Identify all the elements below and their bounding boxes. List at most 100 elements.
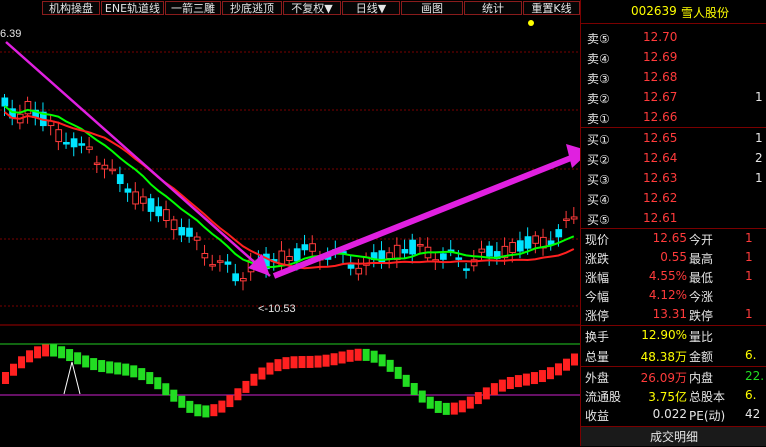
candle-down xyxy=(224,261,232,265)
quote-label: 涨跌 xyxy=(585,252,610,266)
toolbar-btn-adjust[interactable]: 不复权▼ xyxy=(283,1,341,15)
osc-block-up xyxy=(298,356,306,369)
candle-down xyxy=(70,138,78,148)
order-label: 买⑤ xyxy=(587,213,610,227)
order-sell-2: 卖② 12.67 1 xyxy=(581,87,766,107)
stock-code: 002639 xyxy=(631,4,677,18)
toolbar-btn-reset[interactable]: 重置K线 xyxy=(523,1,580,15)
order-price: 12.69 xyxy=(643,50,678,64)
quote-value: 3.75亿 xyxy=(648,390,687,404)
order-label: 买① xyxy=(587,133,610,147)
osc-block-up xyxy=(346,349,354,362)
candle-down xyxy=(516,240,524,252)
osc-block-up xyxy=(562,358,570,371)
order-buy-1: 买① 12.65 1 xyxy=(581,128,766,148)
toolbar-btn-period[interactable]: 日线▼ xyxy=(342,1,400,15)
osc-block-up xyxy=(546,367,554,380)
candle-up xyxy=(24,101,32,115)
osc-block-down xyxy=(66,349,74,362)
osc-block-up xyxy=(250,373,258,386)
osc-block-up xyxy=(450,402,458,415)
quote-label: 外盘 xyxy=(585,371,610,385)
order-buy-4: 买④ 12.62 xyxy=(581,188,766,208)
osc-block-down xyxy=(386,359,394,372)
order-volume: 2 xyxy=(755,151,763,165)
quote-label: 现价 xyxy=(585,233,610,247)
quote-value: 42 xyxy=(745,407,761,421)
quote-label: 今开 xyxy=(689,233,714,247)
toolbar-btn-stats[interactable]: 统计 xyxy=(464,1,522,15)
quote-label: 金额 xyxy=(689,350,714,364)
osc-block-up xyxy=(314,355,322,368)
quote-label: 涨幅 xyxy=(585,271,610,285)
candle-down xyxy=(63,141,70,145)
osc-block-up xyxy=(498,379,506,392)
candle-down xyxy=(378,250,386,264)
candle-up xyxy=(170,219,178,231)
toolbar-btn-three-eagles[interactable]: 一箭三雕 xyxy=(165,1,221,15)
candle-up xyxy=(393,244,401,261)
order-label: 卖④ xyxy=(587,52,610,66)
osc-block-up xyxy=(354,348,362,361)
order-label: 买② xyxy=(587,153,610,167)
osc-block-up xyxy=(242,380,250,393)
quote-value: 4.12% xyxy=(648,288,687,302)
quote-label: 总股本 xyxy=(689,390,726,404)
quote-value: 48.38万 xyxy=(640,350,687,364)
order-label: 买③ xyxy=(587,173,610,187)
toolbar-btn-bottom-top[interactable]: 抄底逃顶 xyxy=(222,1,282,15)
candle-up xyxy=(209,264,216,267)
osc-block-down xyxy=(378,354,386,367)
quote-row-limit: 涨停 13.31 跌停 1 xyxy=(581,305,766,325)
order-buy-2: 买② 12.64 2 xyxy=(581,148,766,168)
quote-label: 量比 xyxy=(689,330,714,344)
order-price: 12.70 xyxy=(643,30,678,44)
candle-up xyxy=(509,242,516,253)
osc-block-up xyxy=(506,376,514,389)
quote-label: PE(动) xyxy=(689,409,726,423)
toolbar-btn-ene[interactable]: ENE轨道线 xyxy=(101,1,164,15)
candle-up xyxy=(93,162,101,165)
osc-block-up xyxy=(274,359,282,372)
quote-value: 4.55% xyxy=(648,269,687,283)
order-volume: 1 xyxy=(755,131,763,145)
trade-detail-tab[interactable]: 成交明细 xyxy=(581,426,766,446)
osc-block-down xyxy=(98,360,106,373)
osc-block-down xyxy=(402,374,410,387)
toolbar-btn-draw[interactable]: 画图 xyxy=(401,1,463,15)
toolbar-btn-institution[interactable]: 机构操盘 xyxy=(42,1,100,15)
candle-down xyxy=(124,188,132,193)
osc-block-down xyxy=(106,361,114,374)
candle-down xyxy=(147,198,155,212)
quote-panel: 002639 雪人股份 卖⑤ 12.70 卖④ 12.69 卖③ 12.68 卖… xyxy=(580,0,766,446)
osc-block-down xyxy=(370,350,378,363)
quote-value: 12.90% xyxy=(641,328,687,342)
order-buy-3: 买③ 12.63 1 xyxy=(581,168,766,188)
order-sell-5: 卖⑤ 12.70 xyxy=(581,27,766,47)
osc-block-down xyxy=(114,362,122,375)
kline-chart[interactable]: 6.39 <-10.53 xyxy=(0,16,580,446)
candle-up xyxy=(163,209,170,221)
kline-chart-canvas[interactable]: 6.39 <-10.53 xyxy=(0,16,580,446)
osc-block-up xyxy=(482,387,490,400)
order-label: 卖③ xyxy=(587,72,610,86)
osc-block-down xyxy=(178,395,186,408)
osc-block-down xyxy=(58,346,66,359)
candle-down xyxy=(78,143,86,146)
order-sell-4: 卖④ 12.69 xyxy=(581,47,766,67)
quote-label: 最低 xyxy=(689,271,714,285)
order-label: 卖⑤ xyxy=(587,32,610,46)
osc-block-down xyxy=(202,405,210,418)
quote-value: 26.09万 xyxy=(640,371,687,385)
osc-block-up xyxy=(322,354,330,367)
osc-block-up xyxy=(42,344,50,357)
osc-block-up xyxy=(306,355,314,368)
quote-label: 流通股 xyxy=(585,390,622,404)
order-price: 12.64 xyxy=(643,151,678,165)
osc-block-up xyxy=(266,362,274,375)
quote-label: 涨停 xyxy=(585,309,610,323)
osc-block-down xyxy=(170,389,178,402)
osc-block-down xyxy=(154,377,162,390)
osc-block-down xyxy=(394,366,402,379)
quote-value: 13.31 xyxy=(652,307,687,321)
